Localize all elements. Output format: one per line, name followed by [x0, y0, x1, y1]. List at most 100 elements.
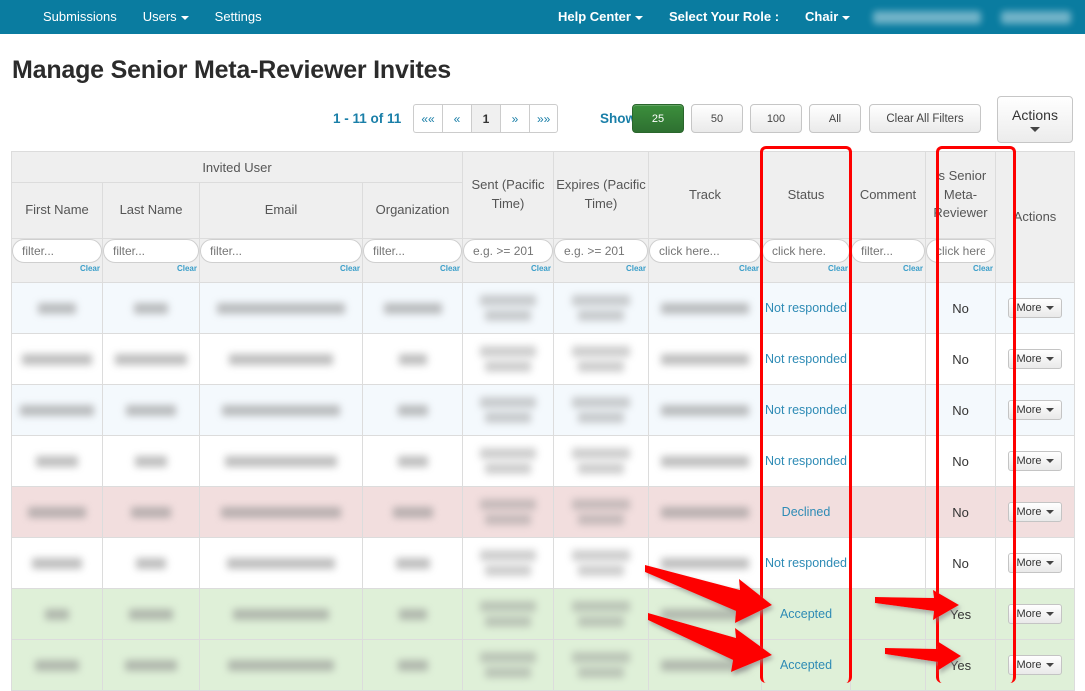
pagination-prev-button[interactable]: «: [442, 104, 471, 133]
filter-input-track[interactable]: [649, 239, 761, 263]
filter-clear-expires[interactable]: Clear: [554, 264, 648, 273]
filter-input-organization[interactable]: [363, 239, 462, 263]
nav-item-label: Submissions: [43, 9, 117, 24]
row-more-button[interactable]: More: [1008, 604, 1062, 624]
filter-input-status[interactable]: [762, 239, 850, 263]
filter-clear-first-name[interactable]: Clear: [12, 264, 102, 273]
row-more-button[interactable]: More: [1008, 451, 1062, 471]
status-value: Not responded: [764, 300, 847, 315]
filter-clear-track[interactable]: Clear: [649, 264, 761, 273]
filter-input-email[interactable]: [200, 239, 362, 263]
filter-clear-organization[interactable]: Clear: [363, 264, 462, 273]
filter-cell-status: Clear: [761, 238, 851, 283]
column-header-sent: Sent (Pacific Time): [462, 151, 554, 239]
redacted-value: [578, 361, 624, 372]
cell-actions: More: [995, 333, 1075, 385]
redacted-value: [485, 616, 531, 627]
filter-input-expires[interactable]: [554, 239, 648, 263]
redacted-value: [222, 405, 340, 417]
top-navbar: Submissions Users Settings Help Center S…: [0, 0, 1085, 34]
row-more-button[interactable]: More: [1008, 298, 1062, 318]
is-senior-value: No: [952, 351, 969, 367]
cell-organization: [362, 333, 463, 385]
cell-track: [648, 384, 762, 436]
table-toolbar: 1 - 11 of 11 «« « 1 » »» Show: 25 50 100…: [0, 96, 1085, 151]
row-more-label: More: [1016, 557, 1042, 569]
filter-clear-sent[interactable]: Clear: [463, 264, 553, 273]
page-size-all-button[interactable]: All: [809, 104, 861, 133]
nav-item-users[interactable]: Users: [130, 0, 202, 34]
row-more-button[interactable]: More: [1008, 553, 1062, 573]
redacted-value: [22, 354, 92, 366]
redacted-value: [125, 660, 177, 672]
redacted-value: [233, 609, 329, 621]
cell-expires: [553, 588, 649, 640]
nav-item-help-center[interactable]: Help Center: [545, 0, 656, 34]
redacted-value: [578, 667, 624, 678]
cell-organization: [362, 282, 463, 334]
redacted-user-name[interactable]: [1001, 10, 1072, 24]
row-more-button[interactable]: More: [1008, 349, 1062, 369]
cell-comment: [850, 282, 926, 334]
redacted-conference-name[interactable]: [873, 10, 982, 24]
status-value: Not responded: [764, 453, 847, 468]
cell-sent: [462, 486, 554, 538]
redacted-value: [485, 310, 531, 321]
clear-all-filters-button[interactable]: Clear All Filters: [869, 104, 981, 133]
pagination-next-button[interactable]: »: [500, 104, 529, 133]
redacted-value: [228, 660, 334, 672]
status-value: Not responded: [764, 351, 847, 366]
table-row: Not responded No More: [11, 537, 1075, 589]
chevron-down-icon: [1045, 408, 1054, 412]
status-value: Accepted: [779, 657, 833, 672]
filter-clear-last-name[interactable]: Clear: [103, 264, 199, 273]
cell-last-name: [102, 435, 200, 487]
redacted-value: [578, 412, 624, 423]
redacted-value: [480, 346, 536, 357]
cell-comment: [850, 588, 926, 640]
filter-clear-email[interactable]: Clear: [200, 264, 362, 273]
row-more-button[interactable]: More: [1008, 502, 1062, 522]
filter-cell-sent: Clear: [462, 238, 554, 283]
filter-input-last-name[interactable]: [103, 239, 199, 263]
filter-input-first-name[interactable]: [12, 239, 102, 263]
chevron-down-icon: [1045, 459, 1054, 463]
nav-item-label: Users: [142, 9, 177, 24]
filter-input-is-senior-meta-reviewer[interactable]: [926, 239, 995, 263]
column-header-label: Organization: [375, 202, 450, 218]
page-size-100-button[interactable]: 100: [750, 104, 802, 133]
row-more-button[interactable]: More: [1008, 400, 1062, 420]
pagination-page-1-button[interactable]: 1: [471, 104, 500, 133]
is-senior-value: No: [952, 300, 969, 316]
nav-item-role-chair[interactable]: Chair: [792, 0, 863, 34]
status-value: Accepted: [779, 606, 833, 621]
cell-actions: More: [995, 588, 1075, 640]
page-size-50-button[interactable]: 50: [691, 104, 743, 133]
cell-track: [648, 333, 762, 385]
actions-button[interactable]: Actions: [997, 96, 1073, 143]
nav-item-settings[interactable]: Settings: [202, 0, 275, 34]
column-header-label: Sent (Pacific Time): [471, 177, 545, 211]
row-more-button[interactable]: More: [1008, 655, 1062, 675]
cell-first-name: [11, 537, 103, 589]
nav-item-submissions[interactable]: Submissions: [30, 0, 130, 34]
cell-track: [648, 588, 762, 640]
cell-track: [648, 435, 762, 487]
redacted-value: [36, 456, 78, 468]
filter-cell-last-name: Clear: [102, 238, 200, 283]
navbar-right-group: Help Center Select Your Role : Chair: [545, 0, 1081, 34]
redacted-value: [32, 558, 82, 570]
pagination-first-button[interactable]: ««: [413, 104, 442, 133]
page-size-25-button[interactable]: 25: [632, 104, 684, 133]
cell-organization: [362, 384, 463, 436]
filter-clear-is-senior-meta-reviewer[interactable]: Clear: [926, 264, 995, 273]
pagination-last-button[interactable]: »»: [529, 104, 559, 133]
cell-is-senior-meta-reviewer: No: [925, 384, 996, 436]
filter-clear-status[interactable]: Clear: [762, 264, 850, 273]
redacted-value: [134, 303, 168, 315]
filter-input-sent[interactable]: [463, 239, 553, 263]
cell-organization: [362, 435, 463, 487]
filter-clear-comment[interactable]: Clear: [851, 264, 925, 273]
cell-last-name: [102, 384, 200, 436]
filter-input-comment[interactable]: [851, 239, 925, 263]
